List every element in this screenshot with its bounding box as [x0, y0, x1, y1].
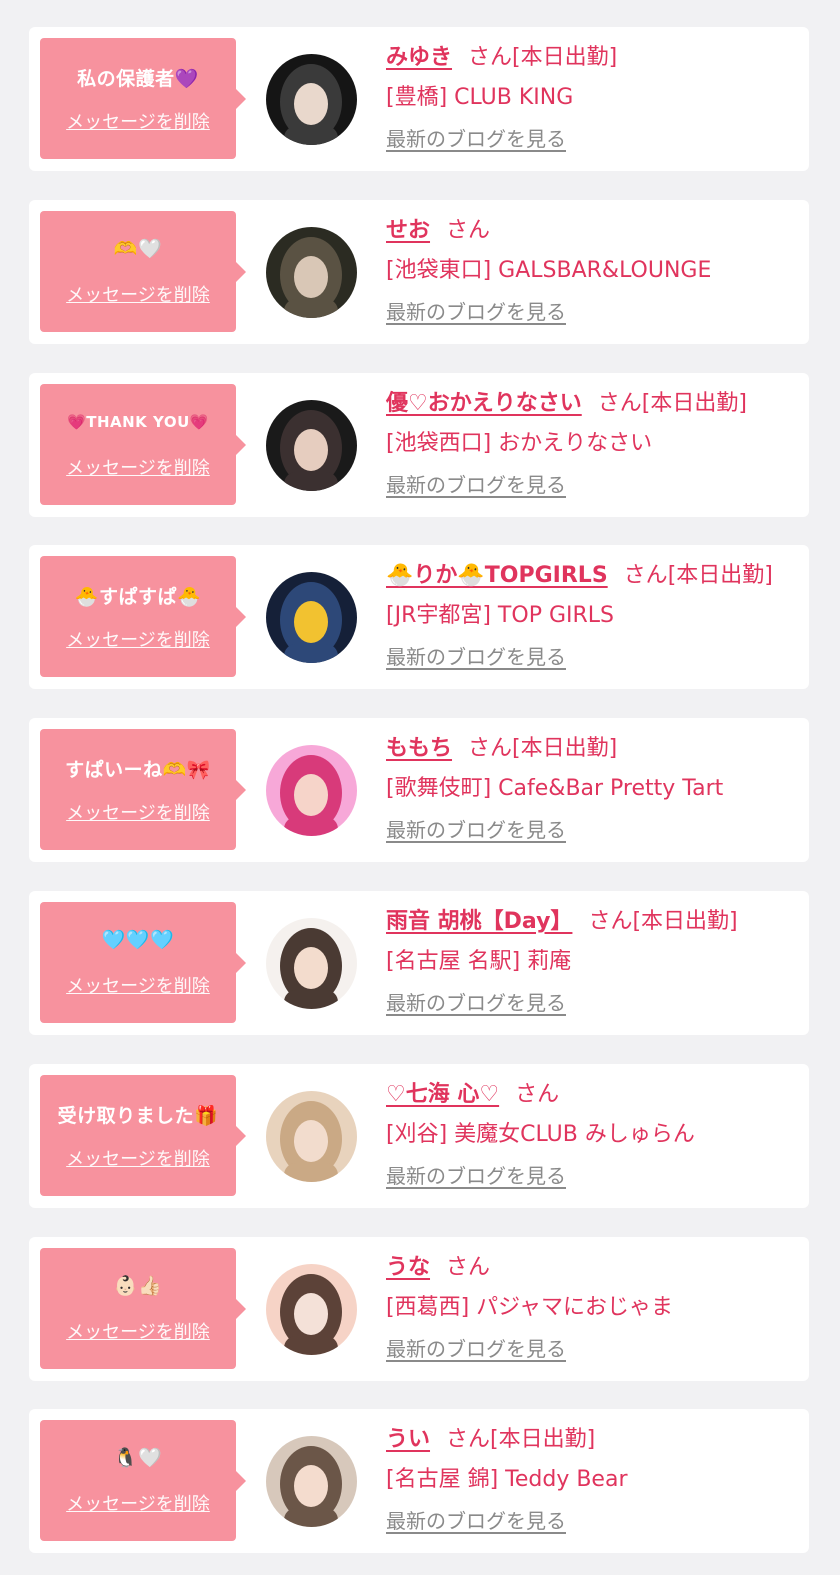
- delete-message-link[interactable]: メッセージを削除: [40, 972, 236, 998]
- message-card: すぱいーね🫶🎀 メッセージを削除 ももち さん[本日出勤] [歌舞伎町] Cafe…: [29, 718, 809, 862]
- cast-info: うい さん[本日出勤] [名古屋 錦] Teddy Bear 最新のブログを見る: [386, 1421, 799, 1534]
- latest-blog-link[interactable]: 最新のブログを見る: [386, 296, 566, 325]
- cast-name-link[interactable]: 🐣りか🐣TOPGIRLS: [386, 563, 608, 588]
- delete-message-link[interactable]: メッセージを削除: [40, 108, 236, 134]
- latest-blog-link[interactable]: 最新のブログを見る: [386, 1333, 566, 1362]
- honorific: さん: [588, 909, 633, 934]
- shop-name: [名古屋 錦] Teddy Bear: [386, 1467, 628, 1492]
- message-card: 🩵🩵🩵 メッセージを削除 雨音 胡桃【Day】 さん[本日出勤] [名古屋 名駅]…: [29, 891, 809, 1035]
- cast-name-link[interactable]: うい: [386, 1427, 430, 1452]
- cast-name-link[interactable]: せお: [386, 218, 430, 243]
- message-bubble: 🩵🩵🩵 メッセージを削除: [40, 902, 246, 1023]
- message-text: 🫶🤍: [113, 238, 163, 260]
- cast-info: うな さん [西葛西] パジャマにおじゃま 最新のブログを見る: [386, 1249, 799, 1362]
- honorific: さん: [446, 1427, 491, 1452]
- message-bubble: すぱいーね🫶🎀 メッセージを削除: [40, 729, 246, 850]
- cast-info: 🐣りか🐣TOPGIRLS さん[本日出勤] [JR宇都宮] TOP GIRLS 最…: [386, 557, 799, 670]
- working-today-badge: [本日出勤]: [632, 909, 738, 934]
- latest-blog-link[interactable]: 最新のブログを見る: [386, 641, 566, 670]
- message-bubble: 💗THANK YOU💗 メッセージを削除: [40, 384, 246, 505]
- message-text: 受け取りました🎁: [57, 1105, 219, 1127]
- working-today-badge: [本日出勤]: [667, 563, 773, 588]
- message-text: 🐣すぱすぱ🐣: [74, 586, 202, 608]
- cast-name-link[interactable]: 優♡おかえりなさい: [386, 391, 582, 416]
- honorific: さん: [446, 218, 491, 243]
- cast-name-link[interactable]: みゆき: [386, 45, 452, 70]
- message-card: 💗THANK YOU💗 メッセージを削除 優♡おかえりなさい さん[本日出勤] […: [29, 373, 809, 517]
- latest-blog-link[interactable]: 最新のブログを見る: [386, 469, 566, 498]
- message-bubble: 受け取りました🎁 メッセージを削除: [40, 1075, 246, 1196]
- honorific: さん: [515, 1082, 560, 1107]
- honorific: さん: [468, 736, 513, 761]
- honorific: さん: [597, 391, 642, 416]
- message-text: 🩵🩵🩵: [101, 929, 175, 951]
- working-today-badge: [本日出勤]: [512, 736, 618, 761]
- cast-info: みゆき さん[本日出勤] [豊橋] CLUB KING 最新のブログを見る: [386, 39, 799, 152]
- cast-name-link[interactable]: ももち: [386, 736, 452, 761]
- message-bubble: 🐣すぱすぱ🐣 メッセージを削除: [40, 556, 246, 677]
- message-card: 🐣すぱすぱ🐣 メッセージを削除 🐣りか🐣TOPGIRLS さん[本日出勤] [JR…: [29, 545, 809, 689]
- message-card: 👶🏻👍🏻 メッセージを削除 うな さん [西葛西] パジャマにおじゃま 最新のブロ…: [29, 1237, 809, 1381]
- avatar[interactable]: [266, 1436, 357, 1527]
- shop-name: [JR宇都宮] TOP GIRLS: [386, 603, 614, 628]
- message-card: 🫶🤍 メッセージを削除 せお さん [池袋東口] GALSBAR&LOUNGE 最…: [29, 200, 809, 344]
- shop-name: [豊橋] CLUB KING: [386, 85, 574, 110]
- latest-blog-link[interactable]: 最新のブログを見る: [386, 123, 566, 152]
- message-bubble: 私の保護者💜 メッセージを削除: [40, 38, 246, 159]
- working-today-badge: [本日出勤]: [512, 45, 618, 70]
- cast-name-link[interactable]: 雨音 胡桃【Day】: [386, 909, 572, 934]
- cast-info: ももち さん[本日出勤] [歌舞伎町] Cafe&Bar Pretty Tart …: [386, 730, 799, 843]
- avatar[interactable]: [266, 54, 357, 145]
- message-card: 私の保護者💜 メッセージを削除 みゆき さん[本日出勤] [豊橋] CLUB KI…: [29, 27, 809, 171]
- latest-blog-link[interactable]: 最新のブログを見る: [386, 814, 566, 843]
- message-text: すぱいーね🫶🎀: [65, 759, 211, 781]
- message-bubble: 🐧🤍 メッセージを削除: [40, 1420, 246, 1541]
- message-text: 🐧🤍: [113, 1447, 163, 1469]
- message-card: 受け取りました🎁 メッセージを削除 ♡七海 心♡ さん [刈谷] 美魔女CLUB …: [29, 1064, 809, 1208]
- avatar[interactable]: [266, 918, 357, 1009]
- delete-message-link[interactable]: メッセージを削除: [40, 626, 236, 652]
- avatar[interactable]: [266, 400, 357, 491]
- cast-info: ♡七海 心♡ さん [刈谷] 美魔女CLUB みしゅらん 最新のブログを見る: [386, 1076, 799, 1189]
- cast-info: 雨音 胡桃【Day】 さん[本日出勤] [名古屋 名駅] 莉庵 最新のブログを見る: [386, 903, 799, 1016]
- honorific: さん: [446, 1255, 491, 1280]
- avatar[interactable]: [266, 227, 357, 318]
- delete-message-link[interactable]: メッセージを削除: [40, 281, 236, 307]
- avatar[interactable]: [266, 745, 357, 836]
- delete-message-link[interactable]: メッセージを削除: [40, 799, 236, 825]
- avatar[interactable]: [266, 1264, 357, 1355]
- shop-name: [池袋西口] おかえりなさい: [386, 431, 653, 456]
- cast-name-link[interactable]: うな: [386, 1255, 430, 1280]
- avatar[interactable]: [266, 572, 357, 663]
- working-today-badge: [本日出勤]: [490, 1427, 596, 1452]
- delete-message-link[interactable]: メッセージを削除: [40, 1145, 236, 1171]
- message-text: 💗THANK YOU💗: [67, 413, 209, 431]
- cast-name-link[interactable]: ♡七海 心♡: [386, 1082, 499, 1107]
- latest-blog-link[interactable]: 最新のブログを見る: [386, 987, 566, 1016]
- avatar[interactable]: [266, 1091, 357, 1182]
- cast-info: 優♡おかえりなさい さん[本日出勤] [池袋西口] おかえりなさい 最新のブログを…: [386, 385, 799, 498]
- shop-name: [名古屋 名駅] 莉庵: [386, 949, 572, 974]
- cast-info: せお さん [池袋東口] GALSBAR&LOUNGE 最新のブログを見る: [386, 212, 799, 325]
- shop-name: [西葛西] パジャマにおじゃま: [386, 1295, 674, 1320]
- shop-name: [池袋東口] GALSBAR&LOUNGE: [386, 258, 712, 283]
- delete-message-link[interactable]: メッセージを削除: [40, 1318, 236, 1344]
- honorific: さん: [468, 45, 513, 70]
- message-bubble: 👶🏻👍🏻 メッセージを削除: [40, 1248, 246, 1369]
- shop-name: [刈谷] 美魔女CLUB みしゅらん: [386, 1122, 695, 1147]
- latest-blog-link[interactable]: 最新のブログを見る: [386, 1160, 566, 1189]
- message-bubble: 🫶🤍 メッセージを削除: [40, 211, 246, 332]
- latest-blog-link[interactable]: 最新のブログを見る: [386, 1505, 566, 1534]
- delete-message-link[interactable]: メッセージを削除: [40, 454, 236, 480]
- message-card: 🐧🤍 メッセージを削除 うい さん[本日出勤] [名古屋 錦] Teddy Bea…: [29, 1409, 809, 1553]
- message-text: 👶🏻👍🏻: [113, 1275, 163, 1297]
- working-today-badge: [本日出勤]: [641, 391, 747, 416]
- honorific: さん: [623, 563, 668, 588]
- shop-name: [歌舞伎町] Cafe&Bar Pretty Tart: [386, 776, 724, 801]
- message-text: 私の保護者💜: [77, 68, 199, 90]
- delete-message-link[interactable]: メッセージを削除: [40, 1490, 236, 1516]
